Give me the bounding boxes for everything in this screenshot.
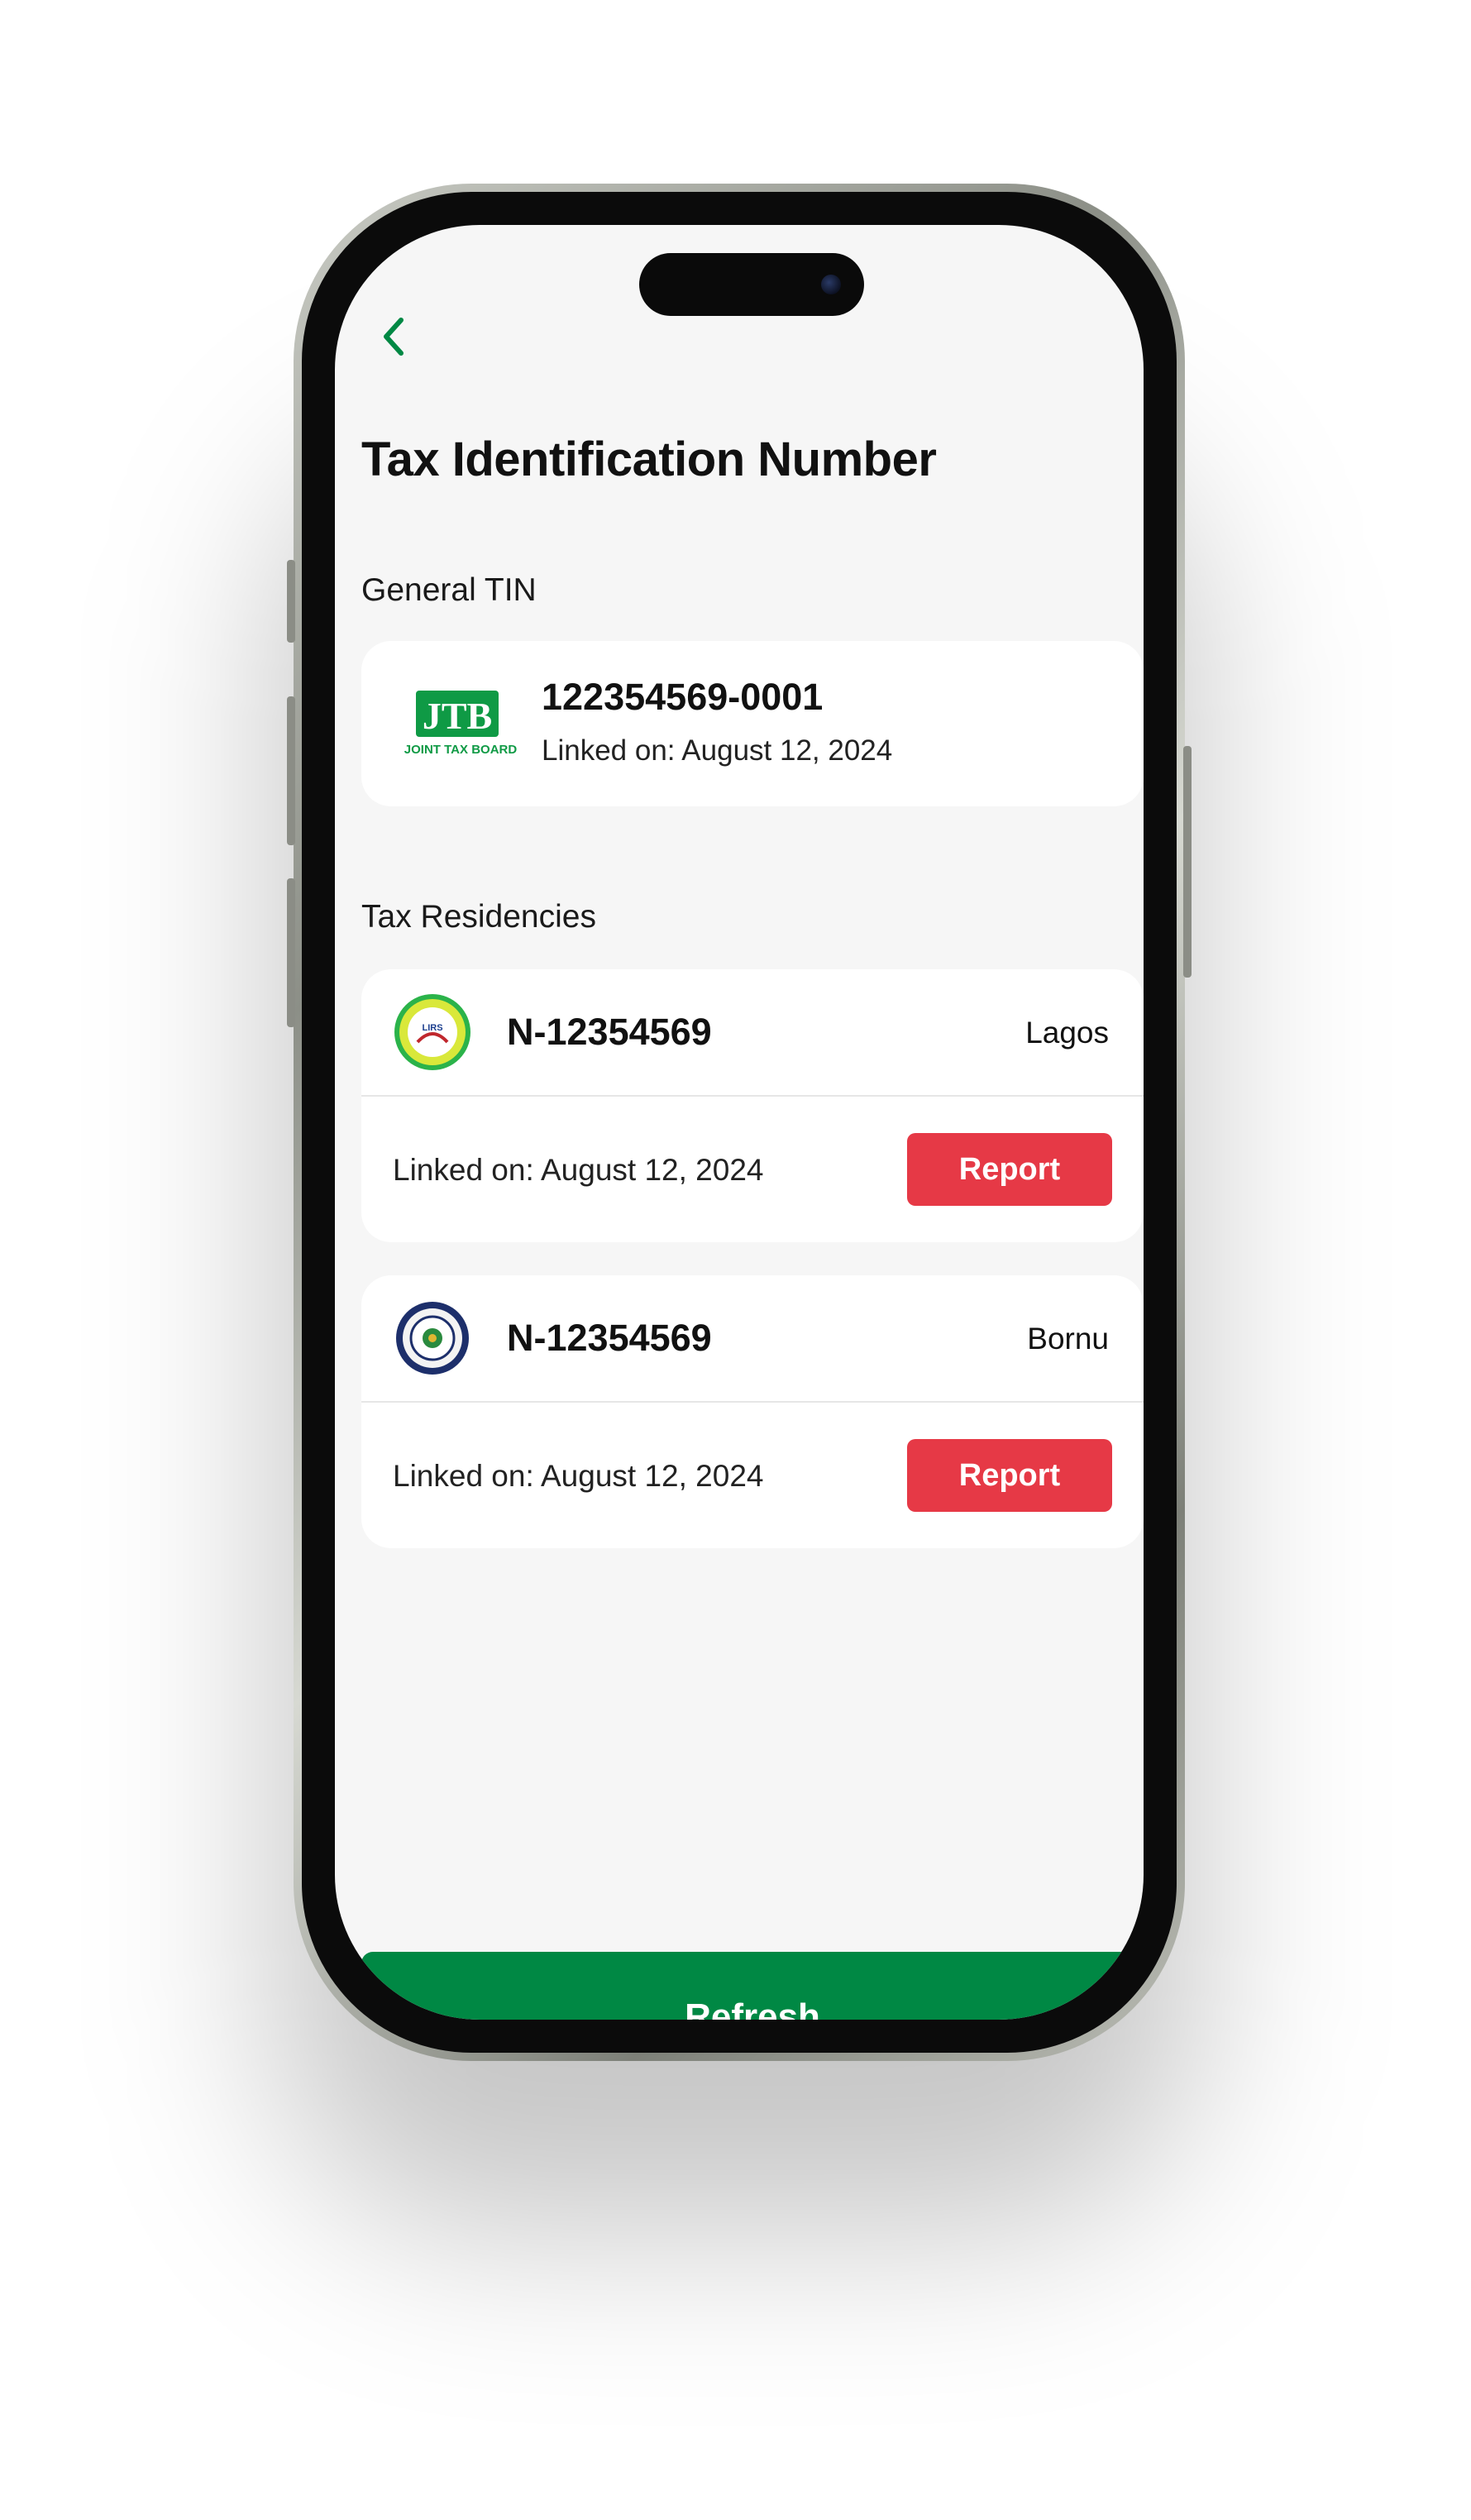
residency-id: N-12354569 (507, 1317, 712, 1359)
phone-frame: Tax Identification Number General TIN JT… (287, 184, 1192, 2061)
general-tin-number: 122354569-0001 (542, 676, 824, 718)
refresh-button[interactable]: Refresh (361, 1952, 1144, 2020)
power-button (1183, 746, 1192, 978)
general-tin-label: General TIN (361, 572, 537, 608)
residency-id: N-12354569 (507, 1011, 712, 1053)
volume-down-button (287, 878, 295, 1027)
general-tin-card[interactable]: JTB JOINT TAX BOARD 122354569-0001 Linke… (361, 641, 1144, 806)
jtb-logo-caption: JOINT TAX BOARD (404, 743, 518, 757)
lirs-seal-icon: LIRS (394, 994, 470, 1070)
report-button[interactable]: Report (907, 1439, 1112, 1512)
phone-bezel: Tax Identification Number General TIN JT… (302, 192, 1177, 2053)
residency-card-bornu: N-12354569 Bornu Linked on: August 12, 2… (361, 1275, 1144, 1548)
general-tin-linked-date: Linked on: August 12, 2024 (542, 734, 893, 767)
page-title: Tax Identification Number (361, 433, 937, 486)
residency-linked-date: Linked on: August 12, 2024 (393, 1459, 764, 1493)
action-button (287, 560, 295, 643)
report-button[interactable]: Report (907, 1133, 1112, 1206)
residency-card-lagos: LIRS N-12354569 Lagos Linked on: August … (361, 969, 1144, 1242)
lirs-seal-text: LIRS (422, 1023, 442, 1033)
screen: Tax Identification Number General TIN JT… (335, 225, 1144, 2020)
camera-icon (821, 275, 841, 294)
volume-up-button (287, 696, 295, 845)
bornu-seal-icon (396, 1302, 469, 1375)
jtb-logo: JTB JOINT TAX BOARD (404, 691, 518, 757)
residency-linked-date: Linked on: August 12, 2024 (393, 1153, 764, 1187)
dynamic-island (639, 253, 864, 316)
residency-card-header: N-12354569 Bornu (361, 1275, 1144, 1403)
jtb-logo-text: JTB (423, 695, 492, 737)
tax-residencies-label: Tax Residencies (361, 899, 596, 935)
chevron-left-icon[interactable] (376, 312, 409, 361)
residency-card-header: LIRS N-12354569 Lagos (361, 969, 1144, 1097)
residency-state: Lagos (1025, 1016, 1109, 1050)
stage: Tax Identification Number General TIN JT… (0, 0, 1471, 2520)
residency-state: Bornu (1027, 1322, 1109, 1356)
